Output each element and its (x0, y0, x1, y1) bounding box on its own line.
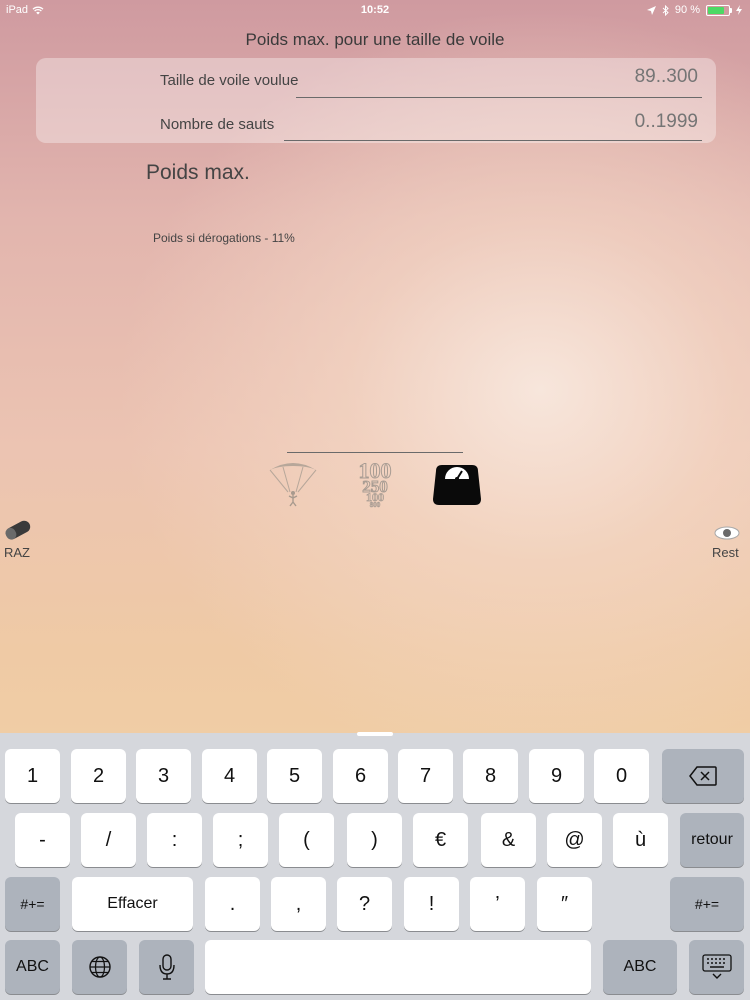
battery-fill (708, 6, 725, 14)
parachute-icon (269, 463, 317, 507)
status-time: 10:52 (360, 4, 390, 16)
scale-icon (433, 465, 481, 505)
status-bar: iPad 10:52 90 % (0, 0, 750, 20)
status-right: 90 % (646, 4, 742, 16)
derogation-label: Poids si dérogations - 11% (153, 231, 295, 245)
battery-icon (706, 4, 732, 16)
keyboard-handle[interactable] (357, 732, 393, 736)
key-3[interactable]: 3 (136, 749, 191, 803)
size-label-4: 800 (370, 501, 381, 508)
key-euro[interactable]: € (413, 813, 468, 867)
eye-icon (714, 526, 740, 540)
key-dash[interactable]: - (15, 813, 70, 867)
keyboard: 1 2 3 4 5 6 7 8 9 0 - / : ; ( ) € & @ ù … (0, 732, 750, 1000)
key-colon[interactable]: : (147, 813, 202, 867)
eraser-icon (5, 520, 31, 540)
key-8[interactable]: 8 (463, 749, 518, 803)
key-comma[interactable]: , (271, 877, 326, 931)
globe-icon (88, 956, 111, 978)
key-at[interactable]: @ (547, 813, 602, 867)
rest-button[interactable] (712, 524, 742, 542)
battery-percent: 90 % (674, 4, 700, 16)
parachute-button[interactable] (268, 458, 318, 508)
sizes-button[interactable]: 100 250 100 800 (348, 458, 402, 510)
page-title: Poids max. pour une taille de voile (245, 30, 505, 49)
key-6[interactable]: 6 (333, 749, 388, 803)
key-apostrophe[interactable]: ’ (470, 877, 525, 931)
keyboard-dismiss-icon (701, 954, 732, 979)
return-key[interactable]: retour (680, 813, 744, 867)
scale-button[interactable] (432, 461, 482, 507)
bluetooth-icon (662, 4, 669, 16)
key-2[interactable]: 2 (71, 749, 126, 803)
globe-key[interactable] (72, 940, 127, 994)
key-slash[interactable]: / (81, 813, 136, 867)
key-5[interactable]: 5 (267, 749, 322, 803)
charging-bolt-icon (736, 5, 742, 15)
key-semicolon[interactable]: ; (213, 813, 268, 867)
more-symbols-key-right[interactable]: #+= (670, 877, 744, 931)
dismiss-keyboard-key[interactable] (689, 940, 744, 994)
key-exclamation[interactable]: ! (404, 877, 459, 931)
sail-size-input[interactable] (296, 65, 698, 89)
key-ampersand[interactable]: & (481, 813, 536, 867)
more-symbols-key-left[interactable]: #+= (5, 877, 60, 931)
result-title: Poids max. (146, 161, 250, 184)
abc-key-left[interactable]: ABC (5, 940, 60, 994)
location-arrow-icon (646, 5, 656, 15)
key-0[interactable]: 0 (594, 749, 649, 803)
space-key[interactable] (205, 940, 591, 994)
microphone-icon (158, 954, 175, 980)
raz-label: RAZ (4, 545, 30, 560)
jumps-label: Nombre de sauts (160, 116, 275, 133)
jumps-input[interactable] (284, 110, 698, 134)
microphone-key[interactable] (139, 940, 194, 994)
key-1[interactable]: 1 (5, 749, 60, 803)
sail-size-underline (296, 97, 702, 98)
key-7[interactable]: 7 (398, 749, 453, 803)
backspace-icon (689, 766, 717, 786)
rest-label: Rest (712, 545, 739, 560)
result-divider (287, 452, 463, 453)
jumps-underline (284, 140, 702, 141)
key-4[interactable]: 4 (202, 749, 257, 803)
sail-size-label: Taille de voile voulue (160, 72, 299, 89)
key-paren-open[interactable]: ( (279, 813, 334, 867)
key-question[interactable]: ? (337, 877, 392, 931)
key-9[interactable]: 9 (529, 749, 584, 803)
key-paren-close[interactable]: ) (347, 813, 402, 867)
abc-key-right[interactable]: ABC (603, 940, 677, 994)
key-double-prime[interactable]: ″ (537, 877, 592, 931)
key-u-grave[interactable]: ù (613, 813, 668, 867)
sizes-icon: 100 250 100 800 (358, 458, 392, 510)
backspace-key[interactable] (662, 749, 744, 803)
key-period[interactable]: . (205, 877, 260, 931)
clear-key[interactable]: Effacer (72, 877, 193, 931)
